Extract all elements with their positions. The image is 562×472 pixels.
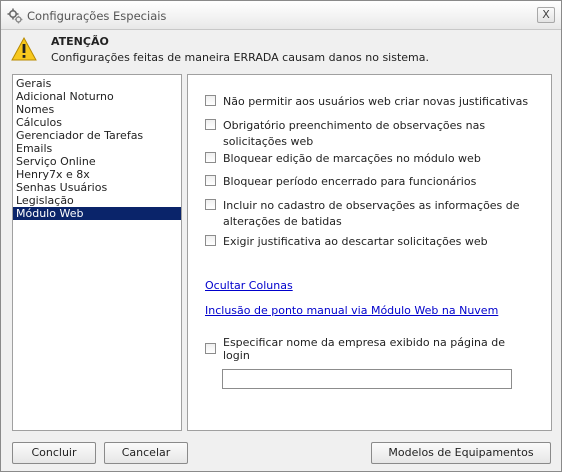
list-item-emails[interactable]: Emails [13,142,181,155]
list-item-henry[interactable]: Henry7x e 8x [13,168,181,181]
option-label: Exigir justificativa ao descartar solici… [223,235,488,248]
cancel-button[interactable]: Cancelar [104,442,188,464]
warning-triangle-icon [11,37,37,61]
hide-columns-link[interactable]: Ocultar Colunas [205,279,293,292]
list-item-calculos[interactable]: Cálculos [13,116,181,129]
warning-title: ATENÇÃO [51,35,109,48]
equipment-models-button[interactable]: Modelos de Equipamentos [371,442,551,464]
window-title: Configurações Especiais [27,9,167,23]
list-item-gerenciador-tarefas[interactable]: Gerenciador de Tarefas [13,129,181,142]
list-item-legislacao[interactable]: Legislação [13,194,181,207]
option-label: Bloquear edição de marcações no módulo w… [223,152,481,165]
checkbox[interactable] [205,199,216,210]
company-name-input[interactable] [222,369,512,389]
option-label: Especificar nome da empresa exibido na p… [223,336,505,349]
checkbox[interactable] [205,95,216,106]
option-label-continued: solicitações web [223,135,314,148]
option-label: Obrigatório preenchimento de observações… [223,119,486,132]
list-item-modulo-web[interactable]: Módulo Web [13,207,181,220]
checkbox[interactable] [205,343,216,354]
option-label: Incluir no cadastro de observações as in… [223,199,520,212]
list-item-senhas-usuarios[interactable]: Senhas Usuários [13,181,181,194]
gear-icon [7,8,23,24]
checkbox[interactable] [205,175,216,186]
list-item-gerais[interactable]: Gerais [13,77,181,90]
option-label: Bloquear período encerrado para funcioná… [223,175,477,188]
checkbox[interactable] [205,235,216,246]
manual-punch-link[interactable]: Inclusão de ponto manual via Módulo Web … [205,304,498,317]
conclude-button[interactable]: Concluir [12,442,96,464]
option-label: Não permitir aos usuários web criar nova… [223,95,529,108]
warning-message: Configurações feitas de maneira ERRADA c… [51,51,429,64]
list-item-servico-online[interactable]: Serviço Online [13,155,181,168]
close-button[interactable]: X [537,7,555,23]
category-list[interactable]: Gerais Adicional Noturno Nomes Cálculos … [12,74,182,431]
list-item-adicional-noturno[interactable]: Adicional Noturno [13,90,181,103]
settings-window: Configurações Especiais X ATENÇÃO Config… [0,0,562,472]
list-item-nomes[interactable]: Nomes [13,103,181,116]
checkbox[interactable] [205,119,216,130]
options-panel: Não permitir aos usuários web criar nova… [187,74,552,431]
checkbox[interactable] [205,152,216,163]
option-label-continued: login [223,349,250,362]
title-bar[interactable]: Configurações Especiais X [1,1,561,30]
option-label-continued: alterações de batidas [223,215,342,228]
